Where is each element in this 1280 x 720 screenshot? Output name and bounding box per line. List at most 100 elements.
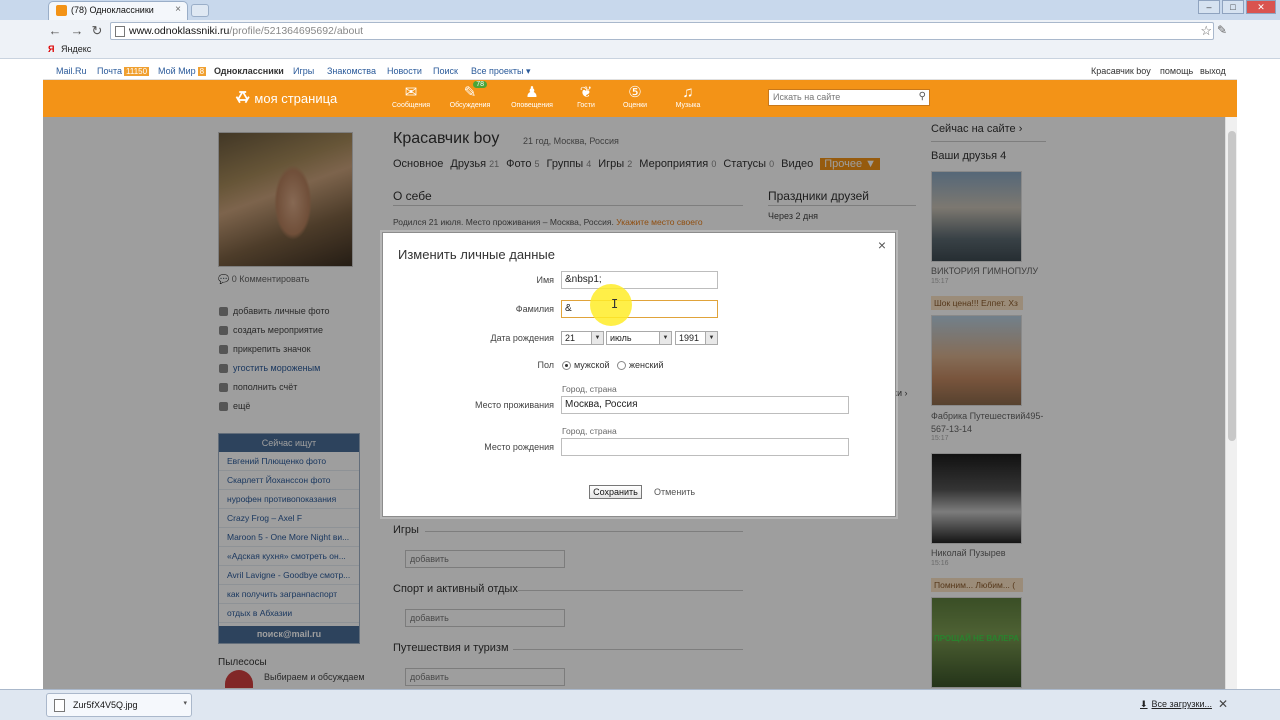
all-downloads-label: Все загрузки...: [1151, 699, 1212, 709]
bookmark-label: Яндекс: [61, 44, 92, 54]
nav-ratings[interactable]: ⑤ Оценки: [610, 84, 660, 109]
site-search-input[interactable]: Искать на сайте ⚲: [768, 89, 930, 106]
search-icon[interactable]: ⚲: [919, 91, 926, 102]
nav-discussions[interactable]: ✎ 78 Обсуждения: [445, 81, 495, 109]
chevron-down-icon: ▼: [659, 332, 671, 344]
portal-link-znakomstva[interactable]: Знакомства: [327, 66, 376, 76]
nav-ratings-label: Оценки: [622, 102, 648, 109]
birth-day-value: 21: [565, 333, 576, 343]
last-name-field[interactable]: &: [561, 300, 718, 318]
nav-messages[interactable]: ✉ Сообщения: [386, 84, 436, 109]
window-close-button[interactable]: ✕: [1246, 0, 1276, 14]
portal-link-mailru[interactable]: Mail.Ru: [56, 66, 87, 76]
portal-link-all-projects[interactable]: Все проекты ▾: [471, 66, 531, 77]
odnoklassniki-favicon-icon: [56, 5, 67, 16]
browser-tab[interactable]: (78) Одноклассники ×: [48, 1, 188, 20]
download-arrow-icon: ⬇: [1140, 699, 1148, 709]
pochta-label: Почта: [97, 66, 122, 76]
nav-music[interactable]: ♫ Музыка: [663, 84, 713, 109]
close-icon[interactable]: ×: [878, 237, 886, 253]
nav-messages-label: Сообщения: [392, 102, 430, 109]
birthplace-hint: Город, страна: [562, 426, 617, 436]
footprints-icon: ❦: [579, 84, 593, 101]
yandex-icon: Я: [48, 44, 55, 54]
gender-label: Пол: [537, 360, 554, 370]
gender-female-label[interactable]: женский: [629, 360, 664, 370]
save-button[interactable]: Сохранить: [589, 485, 642, 499]
text-cursor-icon: I: [611, 297, 619, 311]
birth-year-value: 1991: [679, 333, 700, 343]
tab-close-icon[interactable]: ×: [175, 4, 181, 15]
tab-strip: (78) Одноклассники × – □ ✕: [0, 0, 1280, 20]
back-arrow-icon[interactable]: ←: [46, 22, 64, 40]
page-icon: [115, 26, 125, 37]
portal-link-poisk[interactable]: Поиск: [433, 66, 458, 76]
page-scrollbar[interactable]: [1225, 117, 1237, 689]
chevron-down-icon[interactable]: ▾: [183, 699, 187, 707]
maximize-button[interactable]: □: [1222, 0, 1244, 14]
moy-mir-count-badge: 8: [197, 67, 207, 76]
birth-month-select[interactable]: июль ▼: [606, 331, 672, 345]
portal-link-igry[interactable]: Игры: [293, 66, 314, 76]
image-file-icon: [54, 699, 65, 712]
window-controls: – □ ✕: [1198, 0, 1276, 14]
gender-male-label[interactable]: мужской: [574, 360, 609, 370]
birthdate-label: Дата рождения: [490, 333, 555, 343]
first-name-field[interactable]: &nbsp1;: [561, 271, 718, 289]
top-nav-bar: ꗇ моя страница ✉ Сообщения ✎ 78 Обсуждения ♟…: [43, 80, 1237, 117]
minimize-button[interactable]: –: [1198, 0, 1220, 14]
all-downloads-link[interactable]: ⬇ Все загрузки...: [1140, 699, 1212, 710]
nav-guests[interactable]: ❦ Гости: [561, 84, 611, 109]
rating-5-icon: ⑤: [628, 84, 642, 101]
portal-bar: Mail.Ru Почта 11150 Мой Мир 8 Одноклассник…: [43, 60, 1237, 80]
reload-icon[interactable]: ↻: [88, 22, 106, 40]
portal-link-pochta[interactable]: Почта 11150: [97, 66, 150, 76]
last-name-label: Фамилия: [515, 304, 554, 314]
bell-icon: ♟: [525, 84, 539, 101]
bookmark-yandex[interactable]: Я Яндекс: [48, 44, 91, 54]
birth-year-select[interactable]: 1991 ▼: [675, 331, 718, 345]
portal-user-name[interactable]: Красавчик boy: [1091, 66, 1151, 76]
portal-link-moy-mir[interactable]: Мой Мир 8: [158, 66, 207, 76]
download-item[interactable]: Zur5fX4V5Q.jpg ▾: [46, 693, 192, 717]
dialog-title: Изменить личные данные: [398, 247, 555, 262]
birthplace-field[interactable]: [561, 438, 849, 456]
my-page-link[interactable]: ꗇ моя страница: [235, 88, 337, 108]
my-page-label: моя страница: [254, 91, 338, 106]
first-name-label: Имя: [536, 275, 554, 285]
gender-female-radio[interactable]: [617, 361, 626, 370]
nav-discussions-label: Обсуждения: [449, 102, 491, 109]
residence-field[interactable]: Москва, Россия: [561, 396, 849, 414]
moy-mir-label: Мой Мир: [158, 66, 196, 76]
portal-link-odnoklassniki[interactable]: Одноклассники: [214, 66, 284, 76]
birth-day-select[interactable]: 21 ▼: [561, 331, 604, 345]
portal-link-logout[interactable]: выход: [1200, 66, 1226, 76]
ok-logo-icon: ꗇ: [235, 88, 251, 107]
gender-male-radio[interactable]: [562, 361, 571, 370]
chat-icon: ✎: [463, 84, 477, 101]
wrench-icon[interactable]: ✎: [1217, 23, 1227, 37]
envelope-icon: ✉: [404, 84, 418, 101]
shelf-close-icon[interactable]: ✕: [1218, 697, 1228, 711]
chevron-down-icon: ▼: [591, 332, 603, 344]
residence-hint: Город, страна: [562, 384, 617, 394]
url-host: www.odnoklassniki.ru: [129, 25, 230, 37]
new-tab-button[interactable]: [191, 4, 209, 17]
nav-alerts[interactable]: ♟ Оповещения: [507, 84, 557, 109]
bookmark-star-icon[interactable]: ☆: [1200, 23, 1212, 39]
cancel-link[interactable]: Отменить: [654, 487, 695, 497]
pochta-count-badge: 11150: [124, 67, 150, 76]
download-filename: Zur5fX4V5Q.jpg: [73, 700, 138, 710]
birthplace-label: Место рождения: [484, 442, 554, 452]
site-search-placeholder: Искать на сайте: [773, 92, 841, 102]
address-bar[interactable]: www.odnoklassniki.ru/profile/52136469569…: [110, 22, 1214, 40]
portal-link-help[interactable]: помощь: [1160, 66, 1193, 76]
tab-title: (78) Одноклассники: [71, 5, 154, 15]
residence-label: Место проживания: [474, 400, 554, 410]
music-note-icon: ♫: [682, 84, 694, 101]
portal-link-novosti[interactable]: Новости: [387, 66, 422, 76]
forward-arrow-icon[interactable]: →: [68, 22, 86, 40]
scrollbar-thumb[interactable]: [1228, 131, 1236, 441]
nav-guests-label: Гости: [577, 102, 595, 109]
bookmarks-bar: Я Яндекс: [0, 42, 1280, 59]
